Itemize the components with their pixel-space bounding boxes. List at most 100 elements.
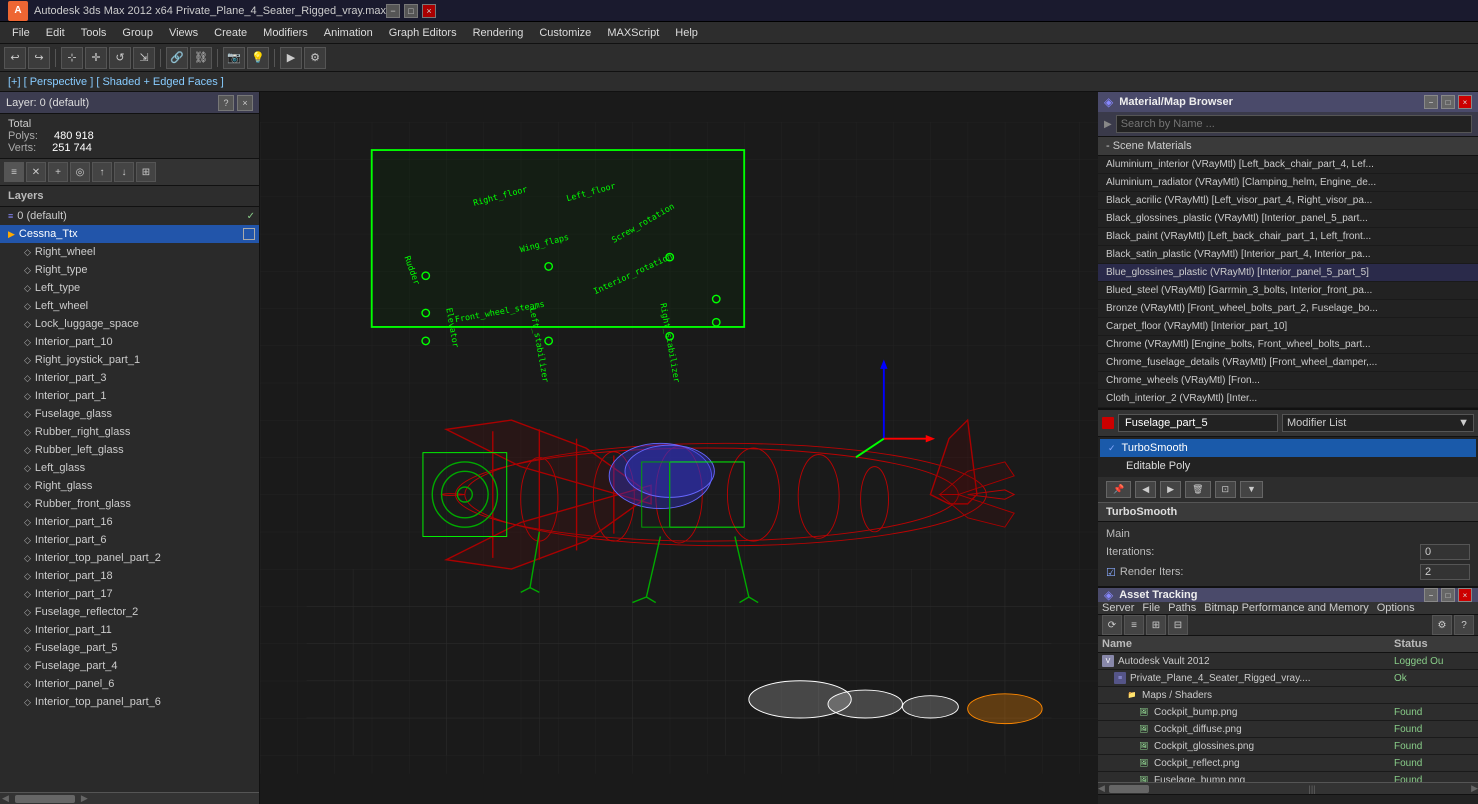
menu-edit[interactable]: Edit <box>38 22 73 43</box>
asset-hscroll-thumb[interactable] <box>1109 785 1149 793</box>
object-color-swatch[interactable] <box>1102 417 1114 429</box>
at-menu-bitmap[interactable]: Bitmap Performance and Memory <box>1204 602 1368 614</box>
layer-hscroll[interactable]: ◀ ▶ <box>0 792 259 804</box>
material-list-item[interactable]: Black_satin_plastic (VRayMtl) [Interior_… <box>1098 246 1478 264</box>
asset-table-row[interactable]: VAutodesk Vault 2012Logged Ou <box>1098 653 1478 670</box>
layer-list-item[interactable]: ◇Rubber_front_glass <box>0 495 259 513</box>
layer-list-item[interactable]: ◇Interior_part_1 <box>0 387 259 405</box>
render-iters-checkbox[interactable]: ☑ <box>1106 566 1116 579</box>
at-menu-server[interactable]: Server <box>1102 602 1134 614</box>
layer-list-item[interactable]: ◇Lock_luggage_space <box>0 315 259 333</box>
menu-animation[interactable]: Animation <box>316 22 381 43</box>
layer-list-item[interactable]: ≡0 (default)✓ <box>0 207 259 225</box>
asset-table-row[interactable]: 🖼Cockpit_bump.pngFound <box>1098 704 1478 721</box>
mod-collapse-btn[interactable]: ▼ <box>1240 481 1263 498</box>
mod-pin-btn[interactable]: 📌 <box>1106 481 1131 498</box>
layer-tb-select[interactable]: ◎ <box>70 162 90 182</box>
material-list-item[interactable]: Chrome_wheels (VRayMtl) [Fron... <box>1098 372 1478 390</box>
at-tb-settings[interactable]: ⚙ <box>1432 615 1452 635</box>
layer-list-item[interactable]: ◇Fuselage_reflector_2 <box>0 603 259 621</box>
asset-table-row[interactable]: ≡Private_Plane_4_Seater_Rigged_vray....O… <box>1098 670 1478 687</box>
at-tb-refresh[interactable]: ⟳ <box>1102 615 1122 635</box>
layer-list-item[interactable]: ◇Fuselage_part_4 <box>0 657 259 675</box>
material-browser-minimize[interactable]: − <box>1424 95 1438 109</box>
menu-help[interactable]: Help <box>667 22 706 43</box>
layer-list-item[interactable]: ◇Interior_part_3 <box>0 369 259 387</box>
menu-customize[interactable]: Customize <box>531 22 599 43</box>
layer-list-item[interactable]: ◇Interior_part_16 <box>0 513 259 531</box>
tb-render[interactable]: ▶ <box>280 47 302 69</box>
layer-list-item[interactable]: ◇Rubber_left_glass <box>0 441 259 459</box>
layer-list-item[interactable]: ▶Cessna_Ttx <box>0 225 259 243</box>
layer-list-item[interactable]: ◇Interior_top_panel_part_6 <box>0 693 259 711</box>
mod-delete-btn[interactable]: 🗑 <box>1185 481 1210 498</box>
tb-light[interactable]: 💡 <box>247 47 269 69</box>
layer-tb-expand[interactable]: ⊞ <box>136 162 156 182</box>
layer-tb-delete[interactable]: ✕ <box>26 162 46 182</box>
layer-visible-box[interactable] <box>243 228 255 240</box>
material-list-item[interactable]: Black_paint (VRayMtl) [Left_back_chair_p… <box>1098 228 1478 246</box>
hscroll-thumb[interactable] <box>15 795 75 803</box>
material-list-item[interactable]: Aluminium_radiator (VRayMtl) [Clamping_h… <box>1098 174 1478 192</box>
asset-table-row[interactable]: 🖼Cockpit_diffuse.pngFound <box>1098 721 1478 738</box>
layer-list-item[interactable]: ◇Interior_part_11 <box>0 621 259 639</box>
material-list-item[interactable]: Chrome (VRayMtl) [Engine_bolts, Front_wh… <box>1098 336 1478 354</box>
materials-list[interactable]: Aluminium_interior (VRayMtl) [Left_back_… <box>1098 156 1478 408</box>
tb-undo[interactable]: ↩ <box>4 47 26 69</box>
at-tb-detail[interactable]: ⊟ <box>1168 615 1188 635</box>
mod-make-unique-btn[interactable]: ⊡ <box>1215 481 1237 498</box>
tb-select[interactable]: ⊹ <box>61 47 83 69</box>
layer-list-item[interactable]: ◇Interior_top_panel_part_2 <box>0 549 259 567</box>
menu-views[interactable]: Views <box>161 22 206 43</box>
layer-list-item[interactable]: ◇Fuselage_glass <box>0 405 259 423</box>
asset-table-row[interactable]: 🖼Cockpit_glossines.pngFound <box>1098 738 1478 755</box>
material-browser-close[interactable]: × <box>1458 95 1472 109</box>
asset-hscroll[interactable]: ◀ ||| ▶ <box>1098 782 1478 794</box>
layer-tb-layers[interactable]: ≡ <box>4 162 24 182</box>
layer-list-item[interactable]: ◇Interior_part_17 <box>0 585 259 603</box>
hscroll-right[interactable]: ▶ <box>79 793 90 804</box>
layer-tb-move[interactable]: ↑ <box>92 162 112 182</box>
asset-table-row[interactable]: 🖼Fuselage_bump.pngFound <box>1098 772 1478 782</box>
layer-help-button[interactable]: ? <box>218 95 234 111</box>
tb-move[interactable]: ✛ <box>85 47 107 69</box>
layer-list-item[interactable]: ◇Right_wheel <box>0 243 259 261</box>
material-list-item[interactable]: Aluminium_interior (VRayMtl) [Left_back_… <box>1098 156 1478 174</box>
search-input[interactable] <box>1116 115 1472 133</box>
asset-close-btn[interactable]: × <box>1458 588 1472 602</box>
layer-list-item[interactable]: ◇Interior_part_10 <box>0 333 259 351</box>
layer-list-item[interactable]: ◇Interior_part_18 <box>0 567 259 585</box>
material-list-item[interactable]: Blue_glossines_plastic (VRayMtl) [Interi… <box>1098 264 1478 282</box>
menu-file[interactable]: File <box>4 22 38 43</box>
minimize-button[interactable]: − <box>386 4 400 18</box>
at-menu-options[interactable]: Options <box>1377 602 1415 614</box>
layer-list-item[interactable]: ◇Rubber_right_glass <box>0 423 259 441</box>
layer-tb-move-down[interactable]: ↓ <box>114 162 134 182</box>
layer-list-item[interactable]: ◇Left_type <box>0 279 259 297</box>
layers-list[interactable]: ≡0 (default)✓▶Cessna_Ttx◇Right_wheel ◇Rig… <box>0 207 259 792</box>
modifier-turbosmoothitem[interactable]: ✓ TurboSmooth <box>1100 439 1476 457</box>
tb-scale[interactable]: ⇲ <box>133 47 155 69</box>
at-tb-list[interactable]: ≡ <box>1124 615 1144 635</box>
asset-hscroll-right[interactable]: ▶ <box>1471 783 1478 794</box>
material-list-item[interactable]: Bronze (VRayMtl) [Front_wheel_bolts_part… <box>1098 300 1478 318</box>
maximize-button[interactable]: □ <box>404 4 418 18</box>
layer-list-item[interactable]: ◇Interior_part_6 <box>0 531 259 549</box>
layer-list-item[interactable]: ◇Right_glass <box>0 477 259 495</box>
layer-tb-add[interactable]: + <box>48 162 68 182</box>
material-browser-maximize[interactable]: □ <box>1441 95 1455 109</box>
tb-rotate[interactable]: ↺ <box>109 47 131 69</box>
tb-redo[interactable]: ↪ <box>28 47 50 69</box>
material-list-item[interactable]: Blued_steel (VRayMtl) [Garrmin_3_bolts, … <box>1098 282 1478 300</box>
close-button[interactable]: × <box>422 4 436 18</box>
menu-tools[interactable]: Tools <box>73 22 115 43</box>
modifier-list-dropdown[interactable]: Modifier List ▼ <box>1282 414 1474 432</box>
at-tb-help[interactable]: ? <box>1454 615 1474 635</box>
layer-close-button[interactable]: × <box>237 95 253 111</box>
material-list-item[interactable]: Black_acrilic (VRayMtl) [Left_visor_part… <box>1098 192 1478 210</box>
iterations-field[interactable] <box>1420 544 1470 560</box>
modifier-editablepoly-item[interactable]: Editable Poly <box>1100 457 1476 475</box>
asset-hscroll-left[interactable]: ◀ <box>1098 783 1105 794</box>
asset-maximize-btn[interactable]: □ <box>1441 588 1455 602</box>
layer-list-item[interactable]: ◇Left_glass <box>0 459 259 477</box>
